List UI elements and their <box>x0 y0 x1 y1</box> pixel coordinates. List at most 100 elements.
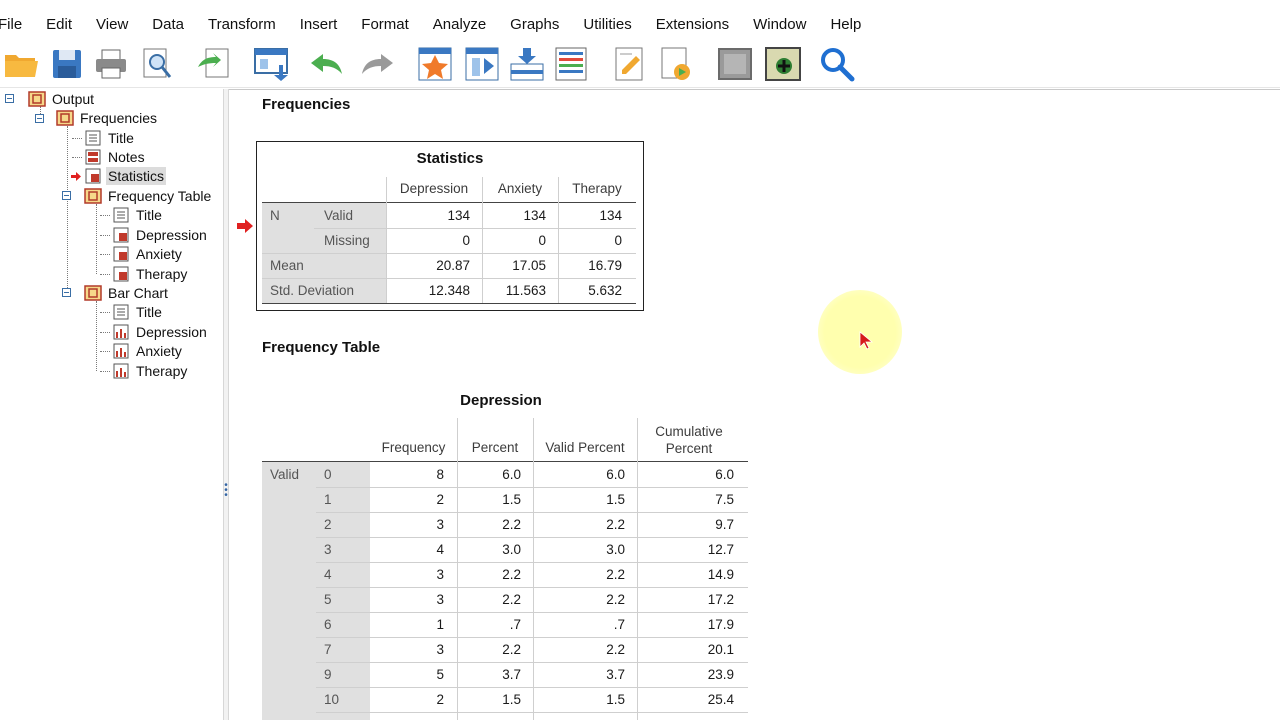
save-icon[interactable] <box>48 44 86 84</box>
outline-item-anxiety-table[interactable]: Anxiety <box>112 244 184 263</box>
menu-transform[interactable]: Transform <box>196 16 288 33</box>
procedure-icon <box>84 284 102 301</box>
outline-item-output[interactable]: Output <box>28 89 96 108</box>
goto-variable-icon[interactable] <box>463 44 501 84</box>
menu-bar: File Edit View Data Transform Insert For… <box>0 8 1280 40</box>
menu-insert[interactable]: Insert <box>288 16 350 33</box>
table-cell: 8 <box>436 467 444 482</box>
menu-edit[interactable]: Edit <box>34 16 84 33</box>
row-value-label: 9 <box>324 667 332 682</box>
menu-extensions[interactable]: Extensions <box>644 16 741 33</box>
outline-item-depression-table[interactable]: Depression <box>112 225 209 244</box>
table-cell: 3 <box>436 642 444 657</box>
menu-file[interactable]: File <box>0 16 34 33</box>
menu-utilities[interactable]: Utilities <box>571 16 643 33</box>
recall-dialog-icon[interactable] <box>252 44 290 84</box>
current-item-arrow-icon <box>237 219 253 233</box>
open-folder-icon[interactable] <box>2 44 40 84</box>
collapse-frequencies-icon[interactable] <box>35 114 44 123</box>
outline-item-frequency-table[interactable]: Frequency Table <box>84 186 213 205</box>
collapse-frequency-table-icon[interactable] <box>62 191 71 200</box>
column-header: Therapy <box>572 181 622 196</box>
column-header: Valid Percent <box>545 440 625 455</box>
outline-item-therapy-table[interactable]: Therapy <box>112 264 189 283</box>
menu-analyze[interactable]: Analyze <box>421 16 498 33</box>
outline-item-title[interactable]: Title <box>112 302 164 321</box>
output-log-icon <box>28 90 46 107</box>
goto-case-icon[interactable] <box>416 44 454 84</box>
table-cell: 2.2 <box>502 517 521 532</box>
table-cell: 17.2 <box>707 592 734 607</box>
table-cell: 1.5 <box>606 692 625 707</box>
table-cell: 3.7 <box>606 667 625 682</box>
table-cell: 134 <box>599 208 622 223</box>
variables-icon[interactable] <box>553 44 591 84</box>
menu-format[interactable]: Format <box>349 16 421 33</box>
splitter-grip-icon[interactable]: • • • <box>224 481 228 501</box>
show-icon[interactable] <box>764 44 802 84</box>
menu-data[interactable]: Data <box>140 16 196 33</box>
table-cell: 3.0 <box>606 542 625 557</box>
section-title-frequencies: Frequencies <box>262 96 351 113</box>
table-cell: 2.2 <box>606 567 625 582</box>
export-icon[interactable] <box>195 44 233 84</box>
hide-icon[interactable] <box>716 44 754 84</box>
table-cell: 3.7 <box>502 667 521 682</box>
outline-item-notes[interactable]: Notes <box>84 147 147 166</box>
outline-item-anxiety-chart[interactable]: Anxiety <box>112 341 184 360</box>
table-cell: 2.2 <box>502 567 521 582</box>
collapse-output-icon[interactable] <box>5 94 14 103</box>
toolbar <box>0 40 1280 88</box>
outline-item-title[interactable]: Title <box>112 205 164 224</box>
outline-item-title[interactable]: Title <box>84 128 136 147</box>
table-cell: 0 <box>614 233 622 248</box>
insert-output-icon[interactable] <box>657 44 695 84</box>
column-header: Cumulative Percent <box>655 424 723 456</box>
table-cell: 2.2 <box>606 517 625 532</box>
table-cell: 5.632 <box>588 283 622 298</box>
table-cell: 20.87 <box>436 258 470 273</box>
table-icon <box>85 168 101 183</box>
table-cell: 3 <box>436 567 444 582</box>
designate-window-icon[interactable] <box>611 44 649 84</box>
statistics-table-title: Statistics <box>416 150 484 167</box>
outline-item-frequencies[interactable]: Frequencies <box>56 108 159 127</box>
print-icon[interactable] <box>92 44 130 84</box>
table-cell: 12.348 <box>428 283 470 298</box>
print-preview-icon[interactable] <box>138 44 176 84</box>
row-value-label: 1 <box>324 492 332 507</box>
table-cell: 6.0 <box>502 467 521 482</box>
title-icon <box>113 207 129 222</box>
table-cell: 4 <box>436 542 444 557</box>
table-cell: 3 <box>436 517 444 532</box>
table-cell: 25.4 <box>707 692 734 707</box>
current-item-arrow-icon <box>71 172 81 181</box>
table-cell: 11.563 <box>505 283 546 298</box>
table-cell: 2.2 <box>502 642 521 657</box>
menu-view[interactable]: View <box>84 16 140 33</box>
menu-window[interactable]: Window <box>741 16 818 33</box>
outline-item-bar-chart[interactable]: Bar Chart <box>84 283 170 302</box>
redo-icon[interactable] <box>358 44 396 84</box>
table-cell: .7 <box>613 617 625 632</box>
table-cell: 0 <box>538 233 546 248</box>
outline-item-depression-chart[interactable]: Depression <box>112 322 209 341</box>
outline-item-statistics[interactable]: Statistics <box>84 166 167 185</box>
menu-help[interactable]: Help <box>818 16 873 33</box>
section-title-frequency-table: Frequency Table <box>262 339 381 356</box>
row-value-label: 7 <box>324 642 332 657</box>
insert-cases-icon[interactable] <box>508 44 546 84</box>
outline-item-therapy-chart[interactable]: Therapy <box>112 361 189 380</box>
table-cell: 2 <box>436 692 444 707</box>
find-icon[interactable] <box>818 44 856 84</box>
table-icon <box>113 266 129 281</box>
undo-icon[interactable] <box>308 44 346 84</box>
collapse-bar-chart-icon[interactable] <box>62 288 71 297</box>
table-cell: 6.0 <box>606 467 625 482</box>
title-icon <box>85 130 101 145</box>
table-cell: 1.5 <box>606 492 625 507</box>
menu-graphs[interactable]: Graphs <box>498 16 571 33</box>
table-cell: 20.1 <box>707 642 734 657</box>
table-cell: 16.79 <box>588 258 622 273</box>
table-cell: 2.2 <box>606 592 625 607</box>
